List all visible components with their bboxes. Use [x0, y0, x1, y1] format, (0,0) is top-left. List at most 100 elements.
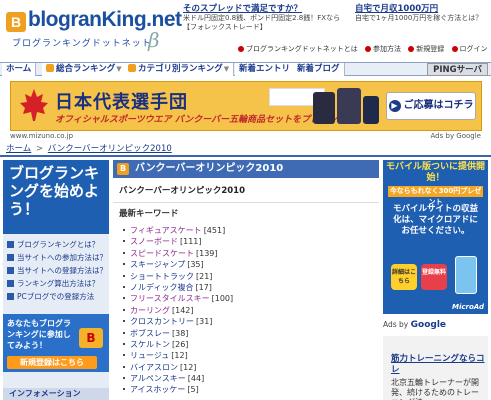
mobile-ad-details-button[interactable]: 詳細はこちら — [391, 264, 417, 290]
arrow-right-icon: ▶ — [388, 100, 401, 112]
sublink-about[interactable]: ブログランキングドットネットとは — [238, 45, 358, 53]
register-button[interactable]: 新規登録はこちら — [7, 356, 97, 369]
breadcrumb-current[interactable]: バンクーバーオリンピック2010 — [48, 144, 172, 154]
bullet-icon — [123, 354, 125, 357]
keyword-link[interactable]: フィギュアスケート — [130, 226, 202, 235]
bullet-icon — [123, 251, 125, 254]
keyword-link[interactable]: クロスカントリー — [130, 317, 194, 326]
keyword-link[interactable]: アイスホッケー — [130, 385, 185, 394]
bullet-icon — [123, 274, 125, 277]
breadcrumb-separator: > — [35, 144, 44, 154]
keyword-item: カーリング [142] — [123, 305, 233, 316]
top-ad-1-text: 米ドル円固定0.8銭、ポンド円固定2.8銭！FXなら【フォレックストレード】 — [183, 14, 341, 31]
keyword-item: ショートトラック [21] — [123, 271, 233, 282]
keyword-item: スケルトン [26] — [123, 339, 233, 350]
sidebar-item-register[interactable]: 当サイトへの登録方法は？ — [3, 264, 109, 277]
main-content: B バンクーバーオリンピック2010 バンクーバーオリンピック2010 最新キー… — [113, 160, 379, 400]
ads-by-google-label[interactable]: Ads by Google — [383, 320, 446, 330]
nav-tab-new-blogs[interactable]: 新着ブログ — [293, 63, 345, 76]
top-ad-2: 自宅で月収1000万円 自宅で1ヶ月1000万円を稼ぐ方法とは？ — [355, 4, 488, 23]
keyword-count: [451] — [203, 226, 226, 235]
sidebar-item-about[interactable]: ブログランキングとは？ — [3, 238, 109, 251]
keyword-item: ノルディック複合 [17] — [123, 282, 233, 293]
breadcrumb: ホーム > バンクーバーオリンピック2010 — [6, 142, 486, 154]
keyword-item: リュージュ [12] — [123, 350, 233, 361]
sidebar-item-pc-blog[interactable]: PCブログでの登録方法 — [3, 290, 109, 303]
text-ad-body: 北京五輪トレーナーが開発、続けるためのトレーニング法 — [391, 378, 479, 400]
sublink-login[interactable]: ログイン — [451, 45, 488, 53]
keyword-count: [21] — [196, 271, 213, 281]
sublink-register[interactable]: 新規登録 — [408, 45, 444, 53]
site-logo[interactable]: B blogranKing.net ブログランキングドットネット β — [6, 6, 182, 56]
bullet-icon — [123, 365, 125, 368]
left-sidebar: ブログランキングを始めよう！ ブログランキングとは？ 当サイトへの参加方法は？ … — [3, 160, 109, 400]
keyword-link[interactable]: カーリング — [130, 306, 170, 315]
keyword-count: [12] — [171, 351, 188, 361]
banner-ad[interactable]: 日本代表選手団 オフィシャルスポーツウエア バンクーバー五輪商品セットをプレゼン… — [10, 81, 482, 131]
keyword-item: バイアスロン [12] — [123, 362, 233, 373]
banner-title: 日本代表選手団 — [55, 92, 188, 113]
logo-mark: B — [6, 12, 26, 32]
chevron-down-icon: ▼ — [223, 65, 230, 73]
keyword-count: [38] — [172, 328, 189, 338]
top-ad-2-title[interactable]: 自宅で月収1000万円 — [355, 4, 488, 14]
information-heading: インフォメーション — [3, 388, 109, 400]
banner-url[interactable]: www.mizuno.co.jp — [10, 132, 73, 140]
keyword-link[interactable]: ショートトラック — [130, 272, 194, 281]
keyword-count: [111] — [180, 237, 202, 247]
main-nav: ホーム 総合ランキング▼ カテゴリ別ランキング▼ 新着エントリ 新着ブログ PI… — [0, 62, 491, 76]
blog-icon: B — [117, 163, 129, 175]
keyword-link[interactable]: スキージャンプ — [130, 260, 185, 269]
bullet-icon — [123, 308, 125, 311]
maple-leaf-icon — [20, 89, 48, 121]
banner-subtitle: オフィシャルスポーツウエア バンクーバー五輪商品セットをプレゼント! — [55, 115, 351, 125]
latest-keywords: 最新キーワード フィギュアスケート [451] スノーボード [111] スピードスケー… — [113, 202, 379, 400]
sidebar-links: ブログランキングとは？ 当サイトへの参加方法は？ 当サイトへの登録方法は？ ラン… — [3, 238, 109, 303]
top-ad-1: そのスプレッドで満足ですか？ 米ドル円固定0.8銭、ポンド円固定2.8銭！FXな… — [183, 4, 353, 32]
nav-tab-home[interactable]: ホーム — [2, 63, 37, 76]
register-promo[interactable]: あなたもブログランキングに参加してみよう！ B 新規登録はこちら — [3, 314, 109, 372]
keyword-count: [139] — [196, 248, 218, 258]
keyword-count: [142] — [172, 305, 194, 315]
chevron-down-icon: ▼ — [116, 65, 122, 73]
nav-tab-category-ranking[interactable]: カテゴリ別ランキング▼ — [124, 63, 235, 76]
keyword-link[interactable]: フリースタイルスキー — [130, 294, 210, 303]
bullet-icon — [238, 46, 244, 52]
bullet-icon — [123, 240, 125, 243]
keyword-link[interactable]: スピードスケート — [130, 249, 194, 258]
top-ad-2-text: 自宅で1ヶ月1000万円を稼ぐ方法とは？ — [355, 14, 483, 22]
top-ad-1-title[interactable]: そのスプレッドで満足ですか？ — [183, 4, 353, 14]
ads-by-google-label[interactable]: Ads by Google — [431, 132, 481, 140]
mobile-ad[interactable]: モバイル版ついに提供開始！ 今ならもれなく300円プレゼント モバイルサイトの収… — [383, 160, 488, 314]
keyword-link[interactable]: スノーボード — [130, 237, 178, 246]
keyword-item: スノーボード [111] — [123, 236, 233, 247]
top-text-ads: そのスプレッドで満足ですか？ 米ドル円固定0.8銭、ポンド円固定2.8銭！FXな… — [183, 4, 488, 42]
keyword-item: フィギュアスケート [451] — [123, 225, 233, 236]
bullet-icon — [123, 342, 125, 345]
sidebar-item-calculation[interactable]: ランキング算出方法は？ — [3, 277, 109, 290]
keyword-link[interactable]: スケルトン — [130, 340, 170, 349]
sublink-join[interactable]: 参加方法 — [365, 45, 401, 53]
mobile-ad-register-button[interactable]: 登録無料 — [421, 264, 447, 290]
keyword-link[interactable]: バイアスロン — [130, 363, 178, 372]
keyword-link[interactable]: ノルディック複合 — [130, 283, 193, 292]
mobile-ad-offer: 今ならもれなく300円プレゼント — [388, 186, 483, 206]
sidebar-item-join[interactable]: 当サイトへの参加方法は？ — [3, 251, 109, 264]
bullet-icon — [123, 285, 125, 288]
keyword-link[interactable]: ボブスレー — [130, 329, 170, 338]
mobile-ad-body: モバイルサイトの収益化は、マイクロアドにお任せください。 — [392, 204, 478, 236]
keyword-item: スピードスケート [139] — [123, 248, 233, 259]
keyword-link[interactable]: アルペンスキー — [130, 374, 186, 383]
breadcrumb-home[interactable]: ホーム — [6, 144, 31, 154]
text-ad-title[interactable]: 筋力トレーニングならコレ — [391, 354, 486, 376]
ping-server-button[interactable]: PINGサーバ — [427, 63, 488, 76]
keyword-count: [17] — [195, 282, 212, 292]
apply-button[interactable]: ▶ ご応募はコチラ — [386, 92, 476, 120]
start-ranking-promo[interactable]: ブログランキングを始めよう！ — [3, 160, 109, 234]
blog-icon — [128, 64, 136, 72]
keyword-count: [35] — [187, 260, 204, 270]
keyword-link[interactable]: リュージュ — [130, 351, 169, 360]
keyword-list: フィギュアスケート [451] スノーボード [111] スピードスケート [139] スキ… — [123, 225, 233, 396]
nav-tab-overall-ranking[interactable]: 総合ランキング▼ — [42, 63, 127, 76]
nav-tab-new-entries[interactable]: 新着エントリ — [235, 63, 296, 76]
